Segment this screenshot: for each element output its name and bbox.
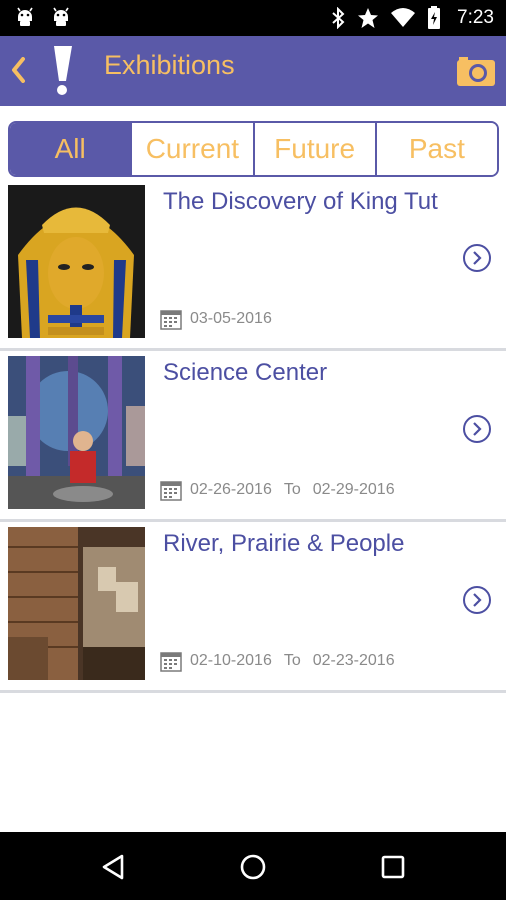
start-date: 02-10-2016 — [190, 652, 272, 669]
end-date: 02-23-2016 — [312, 652, 395, 669]
start-date: 02-26-2016 — [190, 481, 272, 498]
bluetooth-icon — [332, 7, 345, 29]
tab-future[interactable]: Future — [254, 123, 377, 175]
battery-icon — [428, 6, 441, 29]
nav-recents-icon — [381, 855, 405, 879]
calendar-icon — [160, 481, 182, 501]
camera-button[interactable] — [456, 53, 496, 87]
back-chevron-icon — [12, 57, 25, 83]
exhibition-list: The Discovery of King Tut 03-05-2016 Sci… — [0, 180, 506, 693]
list-item[interactable]: Science Center 02-26-2016 To 02-29-2016 — [0, 351, 506, 522]
camera-icon — [457, 57, 495, 86]
android-icon — [17, 7, 33, 26]
exhibition-date: 02-26-2016 To 02-29-2016 — [160, 479, 395, 501]
nav-home-button[interactable] — [236, 850, 270, 884]
tab-all[interactable]: All — [10, 123, 133, 175]
page-title: Exhibitions — [104, 50, 235, 80]
app-bar: Exhibitions — [0, 36, 506, 106]
exhibition-thumbnail — [8, 527, 145, 680]
start-date: 03-05-2016 — [190, 310, 272, 327]
list-item[interactable]: River, Prairie & People 02-10-2016 To 02… — [0, 522, 506, 693]
date-separator: To — [283, 481, 301, 498]
tab-past[interactable]: Past — [376, 123, 497, 175]
exhibition-title: Science Center — [163, 359, 328, 386]
tab-current[interactable]: Current — [132, 123, 255, 175]
status-time: 7:23 — [457, 7, 494, 28]
exclamation-logo-icon — [54, 46, 72, 95]
system-nav-bar — [0, 832, 506, 900]
list-item[interactable]: The Discovery of King Tut 03-05-2016 — [0, 180, 506, 351]
exhibition-date: 02-10-2016 To 02-23-2016 — [160, 650, 395, 672]
filter-tabs: All Current Future Past — [8, 121, 499, 177]
status-bar: 7:23 — [0, 0, 506, 36]
nav-back-icon — [102, 854, 124, 880]
calendar-icon — [160, 310, 182, 330]
android-icon — [53, 7, 69, 26]
exhibition-title: The Discovery of King Tut — [163, 188, 438, 215]
chevron-right-circle-icon[interactable] — [462, 414, 492, 444]
exhibition-title: River, Prairie & People — [163, 530, 405, 557]
chevron-right-circle-icon[interactable] — [462, 243, 492, 273]
nav-recents-button[interactable] — [376, 850, 410, 884]
end-date: 02-29-2016 — [312, 481, 395, 498]
calendar-icon — [160, 652, 182, 672]
exhibition-thumbnail — [8, 356, 145, 509]
chevron-right-circle-icon[interactable] — [462, 585, 492, 615]
nav-home-icon — [240, 854, 266, 880]
star-icon — [358, 8, 379, 28]
date-separator: To — [283, 652, 301, 669]
wifi-icon — [391, 8, 416, 27]
back-button[interactable] — [4, 48, 32, 92]
nav-back-button[interactable] — [96, 850, 130, 884]
exhibition-date: 03-05-2016 — [160, 308, 272, 330]
exhibition-thumbnail — [8, 185, 145, 338]
